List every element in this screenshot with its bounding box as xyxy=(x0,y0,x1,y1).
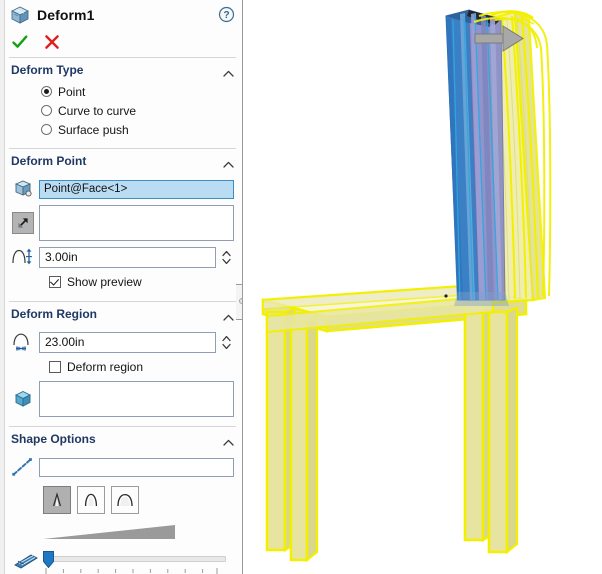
slider-ticks xyxy=(43,564,226,574)
group-deform-region: Deform Region 23.00in Deform region xyxy=(5,302,242,423)
slider-thumb[interactable] xyxy=(43,551,54,569)
group-title: Deform Type xyxy=(11,63,84,77)
solid-body-cube-icon xyxy=(11,387,35,411)
group-deform-point: Deform Point Point@Face<1> 3.00in Show p… xyxy=(5,149,242,298)
shape-button-stiffness-maximum[interactable] xyxy=(111,486,139,514)
shape-button-stiffness-medium[interactable] xyxy=(77,486,105,514)
deform-point-marker xyxy=(444,294,448,298)
page-title: Deform1 xyxy=(37,7,95,23)
radio-indicator xyxy=(41,86,52,97)
group-shape-options: Shape Options xyxy=(5,427,242,574)
red-x-icon[interactable] xyxy=(43,33,61,51)
shape-stiffness-buttons xyxy=(11,486,234,514)
chair-backrest-preview xyxy=(445,9,509,306)
deform-direction-arrow-icon[interactable] xyxy=(12,212,34,234)
chevron-up-icon[interactable] xyxy=(223,435,234,446)
deform-direction-input[interactable] xyxy=(39,205,234,241)
slider-track xyxy=(43,556,226,562)
property-manager-panel: Deform1 ? Deform Type Point Curve to cur… xyxy=(0,0,243,574)
checkbox-label: Deform region xyxy=(67,360,144,374)
chevron-up-icon[interactable] xyxy=(223,66,234,77)
shape-curve-dashed-icon xyxy=(11,455,35,479)
radio-label: Point xyxy=(58,84,86,99)
panel-title-bar: Deform1 ? xyxy=(5,0,242,30)
deform-point-input[interactable]: Point@Face<1> xyxy=(39,179,234,199)
green-check-icon[interactable] xyxy=(11,33,29,51)
chevron-up-icon[interactable] xyxy=(223,310,234,321)
deform-distance-icon xyxy=(11,245,35,269)
spinner-up-down-icon[interactable] xyxy=(218,331,234,353)
panel-splitter-handle[interactable] xyxy=(236,284,242,320)
shape-accuracy-wedge-icon xyxy=(11,522,234,544)
checkbox-deform-region[interactable]: Deform region xyxy=(11,357,234,377)
field-deform-radius: 23.00in xyxy=(11,330,234,354)
shape-accuracy-icon xyxy=(13,551,39,571)
chevron-up-icon[interactable] xyxy=(223,157,234,168)
face-point-selection-icon xyxy=(11,177,35,201)
radio-deform-type-point[interactable]: Point xyxy=(11,82,234,101)
group-header-deform-type[interactable]: Deform Type xyxy=(5,58,242,82)
chair-legs xyxy=(265,290,519,563)
group-title: Deform Region xyxy=(11,307,98,321)
checkbox-show-preview[interactable]: Show preview xyxy=(11,272,234,292)
field-deform-point: Point@Face<1> xyxy=(11,177,234,201)
radio-indicator xyxy=(41,105,52,116)
radio-indicator xyxy=(41,124,52,135)
group-header-shape-options[interactable]: Shape Options xyxy=(5,427,242,451)
direction-icon-slot xyxy=(11,211,35,235)
shape-accuracy-slider-row xyxy=(11,550,234,574)
deform-distance-input[interactable]: 3.00in xyxy=(39,246,216,268)
svg-text:?: ? xyxy=(223,10,229,21)
shape-curve-input[interactable] xyxy=(39,457,234,477)
3d-model-viewport[interactable] xyxy=(243,0,602,574)
deform-box-icon xyxy=(9,4,31,26)
deform-radius-input[interactable]: 23.00in xyxy=(39,331,216,353)
deform-bodies-input[interactable] xyxy=(39,381,234,417)
group-deform-type: Deform Type Point Curve to curve Surface… xyxy=(5,58,242,145)
radio-deform-type-surface-push[interactable]: Surface push xyxy=(11,120,234,139)
radio-deform-type-curve-to-curve[interactable]: Curve to curve xyxy=(11,101,234,120)
field-shape-curve xyxy=(11,455,234,479)
group-title: Shape Options xyxy=(11,432,96,446)
help-question-icon[interactable]: ? xyxy=(218,6,235,23)
radio-label: Curve to curve xyxy=(58,103,137,118)
panel-action-row xyxy=(5,30,242,54)
deform-radius-icon xyxy=(11,330,35,354)
spinner-up-down-icon[interactable] xyxy=(218,246,234,268)
shape-button-stiffness-minimum[interactable] xyxy=(43,486,71,514)
checkbox-indicator xyxy=(49,361,61,373)
group-header-deform-point[interactable]: Deform Point xyxy=(5,149,242,173)
checkbox-label: Show preview xyxy=(67,275,142,289)
radio-label: Surface push xyxy=(58,122,129,137)
chair-deform-preview xyxy=(261,9,552,563)
field-deform-bodies xyxy=(11,381,234,417)
shape-accuracy-slider[interactable] xyxy=(43,550,226,574)
group-header-deform-region[interactable]: Deform Region xyxy=(5,302,242,326)
checkbox-indicator xyxy=(49,276,61,288)
field-deform-direction xyxy=(11,205,234,241)
field-deform-distance: 3.00in xyxy=(11,245,234,269)
group-title: Deform Point xyxy=(11,154,87,168)
